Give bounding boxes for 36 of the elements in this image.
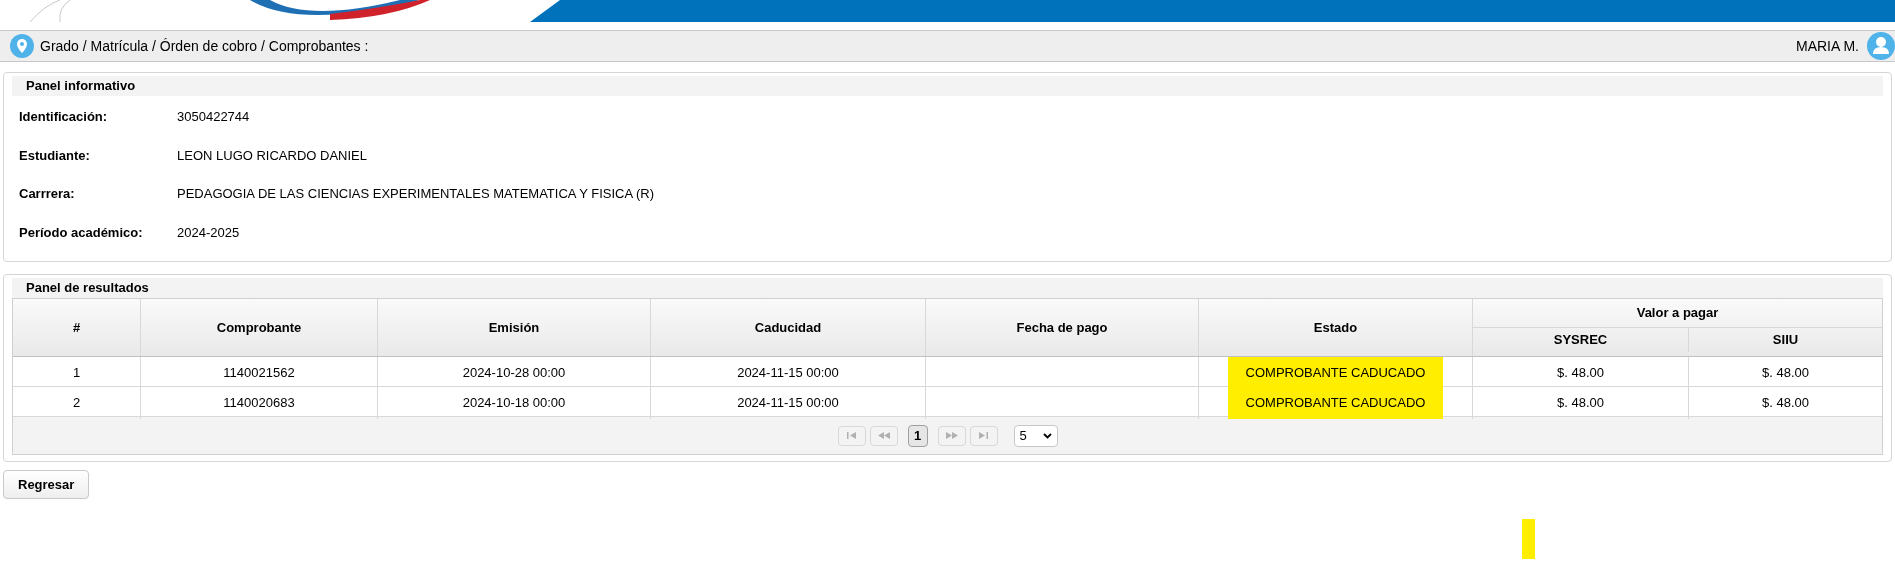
field-value: 3050422744 [177,108,250,126]
column-header: Fecha de pago [926,299,1199,356]
user-avatar-icon[interactable] [1867,32,1895,60]
back-button[interactable]: Regresar [3,470,90,499]
field-label: Período académico: [19,223,144,242]
fast-forward-icon [945,432,958,439]
field-label: Carrrera: [19,185,76,203]
column-header: Estado [1199,299,1473,356]
column-header: Comprobante [141,299,378,356]
panel-title: Panel informativo [26,77,136,96]
field-value: 2024-2025 [177,223,240,242]
rewind-icon [877,432,890,439]
field-label: Identificación: [19,108,109,126]
last-page-icon [979,432,988,439]
page-button[interactable]: 1 [907,424,928,447]
field-value: PEDAGOGIA DE LAS CIENCIAS EXPERIMENTALES MATEMATICA Y FISICA (R) [177,185,655,203]
column-header: SYSREC [1473,328,1689,352]
panel-title: Panel de resultados [26,279,149,298]
status-text: COMPROBANTE CADUCADO [1227,357,1444,389]
field-value: LEON LUGO RICARDO DANIEL [177,146,367,165]
page-size-select[interactable]: 5 [1013,424,1058,447]
status-text: COMPROBANTE CADUCADO [1227,387,1444,419]
column-header: # [13,299,141,356]
location-pin-icon [10,34,34,58]
column-header: Caducidad [651,299,926,356]
chevron-down-icon [1042,432,1052,439]
breadcrumb: Grado / Matrícula / Órden de cobro / Comprobantes : [40,36,369,56]
table-cell-text: $. 48.00 [1761,364,1810,382]
column-header: Emisión [378,299,651,356]
column-header: Valor a pagar [1473,299,1882,328]
first-page-icon [847,432,856,439]
highlighter-mark [1522,519,1535,559]
table-cell-text: $. 48.00 [1761,394,1810,412]
column-header: SIIU [1771,331,1800,350]
user-name: MARIA M. [1796,36,1859,56]
field-label: Estudiante: [19,146,91,165]
